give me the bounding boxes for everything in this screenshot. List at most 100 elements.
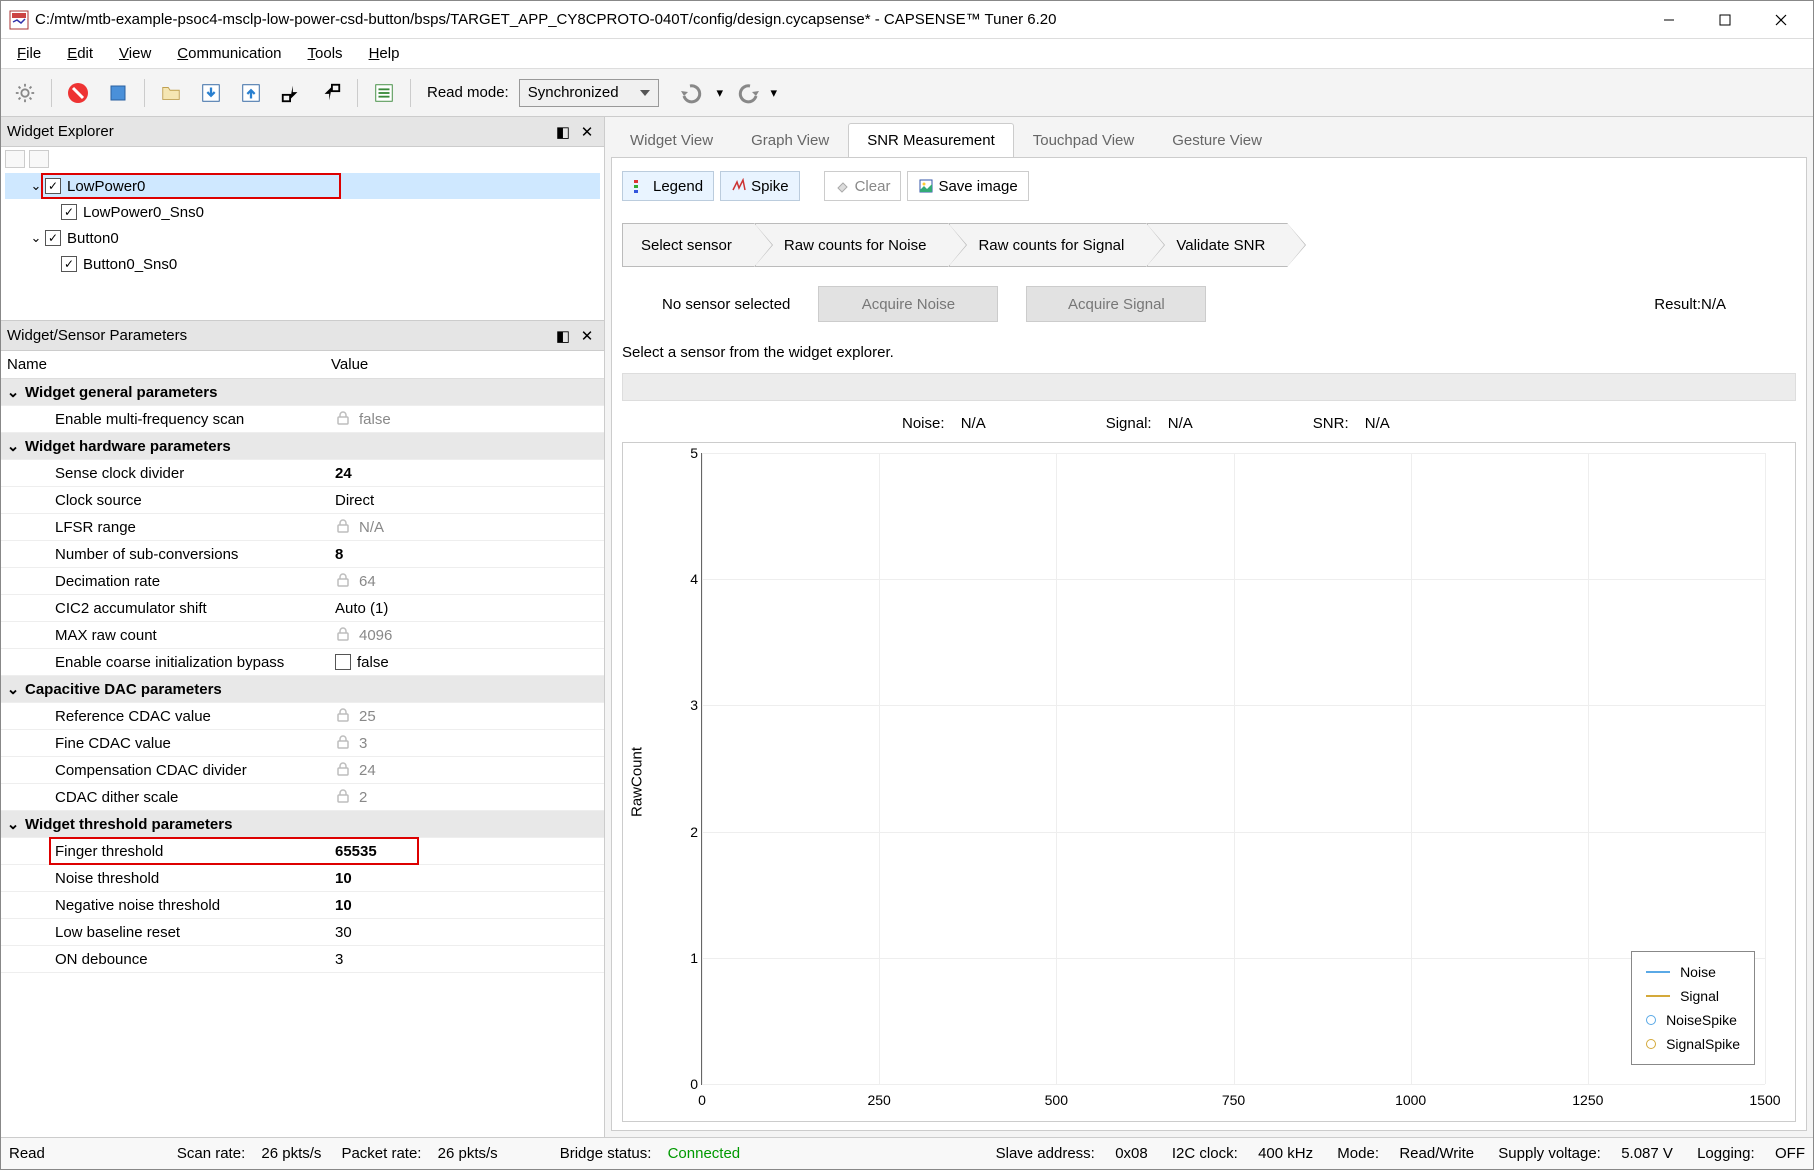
tree-item-label: LowPower0_Sns0 xyxy=(83,204,204,221)
param-group[interactable]: ⌄Capacitive DAC parameters xyxy=(1,676,604,703)
param-value[interactable]: 30 xyxy=(331,924,604,941)
maximize-button[interactable] xyxy=(1697,2,1753,38)
tab-widget-view[interactable]: Widget View xyxy=(611,123,732,157)
checkbox[interactable] xyxy=(335,654,351,670)
param-row[interactable]: Enable multi-frequency scanfalse xyxy=(1,406,604,433)
gear-icon[interactable] xyxy=(7,75,43,111)
menu-view[interactable]: View xyxy=(107,41,163,66)
list-icon[interactable] xyxy=(366,75,402,111)
param-value[interactable]: 64 xyxy=(331,572,604,590)
minimize-button[interactable] xyxy=(1641,2,1697,38)
param-group[interactable]: ⌄Widget hardware parameters xyxy=(1,433,604,460)
step[interactable]: Raw counts for Noise xyxy=(755,223,950,267)
param-value[interactable]: false xyxy=(331,410,604,428)
undo-button[interactable] xyxy=(675,75,711,111)
undo-dropdown[interactable]: ▾ xyxy=(713,79,727,107)
param-row[interactable]: Noise threshold10 xyxy=(1,865,604,892)
acquire-signal-button[interactable]: Acquire Signal xyxy=(1026,286,1206,322)
param-row[interactable]: MAX raw count4096 xyxy=(1,622,604,649)
checkbox[interactable] xyxy=(45,178,61,194)
param-row[interactable]: Low baseline reset30 xyxy=(1,919,604,946)
param-group[interactable]: ⌄Widget threshold parameters xyxy=(1,811,604,838)
stop-icon[interactable] xyxy=(100,75,136,111)
param-row[interactable]: Number of sub-conversions8 xyxy=(1,541,604,568)
param-value[interactable]: 24 xyxy=(331,465,604,482)
detach-icon[interactable]: ◧ xyxy=(552,325,574,347)
param-name: Low baseline reset xyxy=(1,924,331,941)
param-value[interactable]: 24 xyxy=(331,761,604,779)
read-mode-select[interactable]: Synchronized xyxy=(519,79,659,107)
close-button[interactable] xyxy=(1753,2,1809,38)
chevron-down-icon[interactable]: ⌄ xyxy=(29,231,43,245)
param-row[interactable]: Sense clock divider24 xyxy=(1,460,604,487)
checkbox[interactable] xyxy=(61,256,77,272)
chevron-down-icon[interactable]: ⌄ xyxy=(29,179,43,193)
param-row[interactable]: Compensation CDAC divider24 xyxy=(1,757,604,784)
step[interactable]: Raw counts for Signal xyxy=(949,223,1147,267)
legend-button[interactable]: Legend xyxy=(622,171,714,201)
clear-button[interactable]: Clear xyxy=(824,171,902,201)
checkbox[interactable] xyxy=(45,230,61,246)
param-value[interactable]: 4096 xyxy=(331,626,604,644)
params-grid[interactable]: ⌄Widget general parametersEnable multi-f… xyxy=(1,379,604,1137)
download-icon[interactable] xyxy=(193,75,229,111)
menu-file[interactable]: File xyxy=(5,41,53,66)
disconnect-icon[interactable] xyxy=(60,75,96,111)
menu-edit[interactable]: Edit xyxy=(55,41,105,66)
param-row[interactable]: ON debounce3 xyxy=(1,946,604,973)
tab-graph-view[interactable]: Graph View xyxy=(732,123,848,157)
param-row[interactable]: Enable coarse initialization bypassfalse xyxy=(1,649,604,676)
step[interactable]: Validate SNR xyxy=(1147,223,1288,267)
param-value[interactable]: Auto (1) xyxy=(331,600,604,617)
tab-snr-measurement[interactable]: SNR Measurement xyxy=(848,123,1014,157)
param-row[interactable]: CDAC dither scale2 xyxy=(1,784,604,811)
param-value[interactable]: N/A xyxy=(331,518,604,536)
param-value[interactable]: 10 xyxy=(331,870,604,887)
redo-dropdown[interactable]: ▾ xyxy=(767,79,781,107)
param-row[interactable]: Fine CDAC value3 xyxy=(1,730,604,757)
param-row[interactable]: Finger threshold65535 xyxy=(1,838,604,865)
acquire-noise-button[interactable]: Acquire Noise xyxy=(818,286,998,322)
spike-button[interactable]: Spike xyxy=(720,171,800,201)
param-value[interactable]: 2 xyxy=(331,788,604,806)
expand-all-icon[interactable] xyxy=(5,150,25,168)
step[interactable]: Select sensor xyxy=(622,223,755,267)
param-row[interactable]: Decimation rate64 xyxy=(1,568,604,595)
param-row[interactable]: Reference CDAC value25 xyxy=(1,703,604,730)
tab-touchpad-view[interactable]: Touchpad View xyxy=(1014,123,1153,157)
close-panel-icon[interactable]: ✕ xyxy=(576,121,598,143)
save-image-button[interactable]: Save image xyxy=(907,171,1028,201)
param-row[interactable]: LFSR rangeN/A xyxy=(1,514,604,541)
tab-gesture-view[interactable]: Gesture View xyxy=(1153,123,1281,157)
param-row[interactable]: CIC2 accumulator shiftAuto (1) xyxy=(1,595,604,622)
menu-tools[interactable]: Tools xyxy=(296,41,355,66)
param-row[interactable]: Negative noise threshold10 xyxy=(1,892,604,919)
param-value[interactable]: 8 xyxy=(331,546,604,563)
param-value[interactable]: false xyxy=(331,654,604,671)
tree-item[interactable]: LowPower0_Sns0 xyxy=(5,199,600,225)
tree-item[interactable]: ⌄LowPower0 xyxy=(5,173,600,199)
tree-item[interactable]: ⌄Button0 xyxy=(5,225,600,251)
param-value[interactable]: 10 xyxy=(331,897,604,914)
param-value[interactable]: 25 xyxy=(331,707,604,725)
open-folder-icon[interactable] xyxy=(153,75,189,111)
detach-icon[interactable]: ◧ xyxy=(552,121,574,143)
param-value[interactable]: 3 xyxy=(331,951,604,968)
upload-icon[interactable] xyxy=(233,75,269,111)
collapse-all-icon[interactable] xyxy=(29,150,49,168)
checkbox[interactable] xyxy=(61,204,77,220)
param-value[interactable]: 65535 xyxy=(331,843,604,860)
chart-legend: Noise Signal NoiseSpike SignalSpike xyxy=(1631,951,1755,1065)
tree-item[interactable]: Button0_Sns0 xyxy=(5,251,600,277)
param-group[interactable]: ⌄Widget general parameters xyxy=(1,379,604,406)
redo-button[interactable] xyxy=(729,75,765,111)
menu-communication[interactable]: Communication xyxy=(165,41,293,66)
param-value[interactable]: 3 xyxy=(331,734,604,752)
widget-tree[interactable]: ⌄LowPower0 LowPower0_Sns0 ⌄Button0Button0_… xyxy=(1,171,604,320)
import-icon[interactable] xyxy=(273,75,309,111)
param-value[interactable]: Direct xyxy=(331,492,604,509)
export-icon[interactable] xyxy=(313,75,349,111)
menu-help[interactable]: Help xyxy=(357,41,412,66)
close-panel-icon[interactable]: ✕ xyxy=(576,325,598,347)
param-row[interactable]: Clock sourceDirect xyxy=(1,487,604,514)
